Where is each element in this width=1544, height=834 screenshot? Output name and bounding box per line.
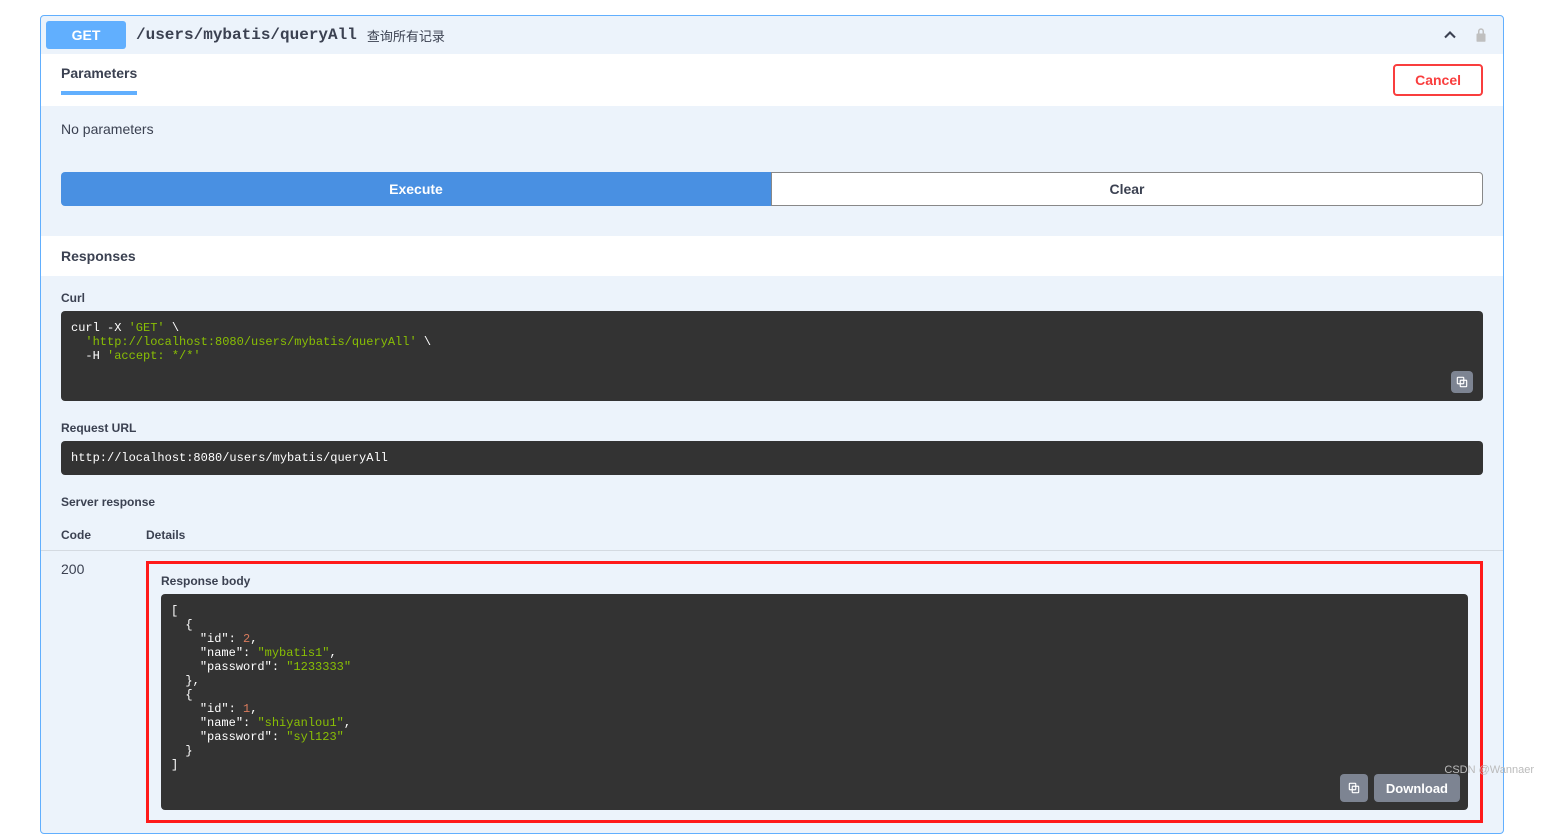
operation-block: GET /users/mybatis/queryAll 查询所有记录 Param… <box>40 15 1504 834</box>
tab-bar: Parameters Cancel <box>41 54 1503 106</box>
execute-button[interactable]: Execute <box>61 172 771 206</box>
lock-icon[interactable] <box>1472 25 1490 45</box>
col-code-header: Code <box>61 528 146 542</box>
responses-header: Responses <box>41 236 1503 276</box>
clear-button[interactable]: Clear <box>771 172 1483 206</box>
server-response-label: Server response <box>61 495 1483 509</box>
no-parameters-message: No parameters <box>61 121 1483 137</box>
cancel-button[interactable]: Cancel <box>1393 64 1483 96</box>
response-row: 200 Response body [ { "id": 2, "name": "… <box>41 551 1503 833</box>
operation-summary[interactable]: GET /users/mybatis/queryAll 查询所有记录 <box>41 16 1503 54</box>
curl-label: Curl <box>61 291 1483 305</box>
http-method-badge: GET <box>46 21 126 49</box>
download-button[interactable]: Download <box>1374 774 1460 802</box>
chevron-up-icon <box>1440 25 1460 45</box>
curl-code-block: curl -X 'GET' \ 'http://localhost:8080/u… <box>61 311 1483 401</box>
response-table-header: Code Details <box>41 520 1503 551</box>
copy-icon[interactable] <box>1340 774 1368 802</box>
copy-icon[interactable] <box>1451 371 1473 393</box>
tab-parameters[interactable]: Parameters <box>61 65 137 95</box>
col-details-header: Details <box>146 528 185 542</box>
watermark: CSDN @Wannaer <box>1444 764 1534 776</box>
operation-path: /users/mybatis/queryAll <box>136 26 357 44</box>
response-body-label: Response body <box>161 574 1468 588</box>
request-url-block: http://localhost:8080/users/mybatis/quer… <box>61 441 1483 475</box>
request-url-label: Request URL <box>61 421 1483 435</box>
parameters-section: No parameters Execute Clear <box>41 106 1503 236</box>
operation-description: 查询所有记录 <box>367 26 445 45</box>
response-code: 200 <box>61 561 146 823</box>
response-body-block: [ { "id": 2, "name": "mybatis1", "passwo… <box>161 594 1468 810</box>
response-detail-highlighted: Response body [ { "id": 2, "name": "myba… <box>146 561 1483 823</box>
